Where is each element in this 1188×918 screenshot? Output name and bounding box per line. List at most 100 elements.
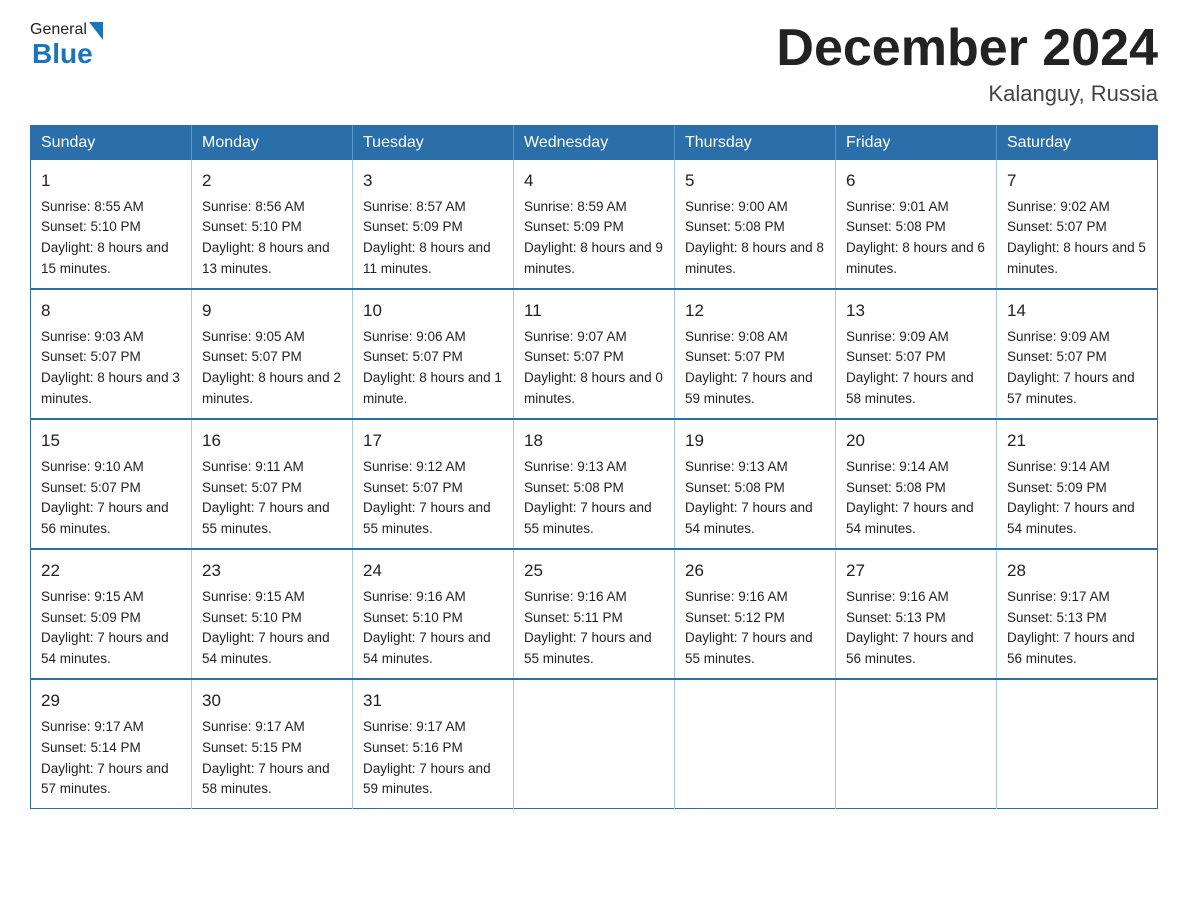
day-number: 25 — [524, 558, 664, 584]
day-of-week-header: Saturday — [997, 126, 1158, 161]
calendar-day-cell — [997, 679, 1158, 809]
day-number: 27 — [846, 558, 986, 584]
day-number: 24 — [363, 558, 503, 584]
day-number: 6 — [846, 168, 986, 194]
calendar-day-cell: 31 Sunrise: 9:17 AMSunset: 5:16 PMDayligh… — [353, 679, 514, 809]
day-number: 19 — [685, 428, 825, 454]
day-number: 10 — [363, 298, 503, 324]
day-number: 12 — [685, 298, 825, 324]
day-number: 2 — [202, 168, 342, 194]
calendar-day-cell: 2 Sunrise: 8:56 AMSunset: 5:10 PMDaylight… — [192, 160, 353, 289]
calendar-header: SundayMondayTuesdayWednesdayThursdayFrid… — [31, 126, 1158, 161]
day-number: 23 — [202, 558, 342, 584]
calendar-day-cell: 22 Sunrise: 9:15 AMSunset: 5:09 PMDayligh… — [31, 549, 192, 679]
calendar-day-cell: 6 Sunrise: 9:01 AMSunset: 5:08 PMDaylight… — [836, 160, 997, 289]
calendar-day-cell: 12 Sunrise: 9:08 AMSunset: 5:07 PMDayligh… — [675, 289, 836, 419]
calendar-day-cell: 29 Sunrise: 9:17 AMSunset: 5:14 PMDayligh… — [31, 679, 192, 809]
day-of-week-header: Sunday — [31, 126, 192, 161]
day-info: Sunrise: 9:16 AMSunset: 5:11 PMDaylight:… — [524, 589, 652, 667]
calendar-day-cell: 7 Sunrise: 9:02 AMSunset: 5:07 PMDaylight… — [997, 160, 1158, 289]
calendar-week-row: 22 Sunrise: 9:15 AMSunset: 5:09 PMDayligh… — [31, 549, 1158, 679]
day-number: 30 — [202, 688, 342, 714]
day-number: 11 — [524, 298, 664, 324]
day-of-week-header: Friday — [836, 126, 997, 161]
calendar-day-cell: 27Sunrise: 9:16 AMSunset: 5:13 PMDayligh… — [836, 549, 997, 679]
day-info: Sunrise: 9:16 AMSunset: 5:12 PMDaylight:… — [685, 589, 813, 667]
month-title: December 2024 — [776, 20, 1158, 77]
day-header-row: SundayMondayTuesdayWednesdayThursdayFrid… — [31, 126, 1158, 161]
calendar-day-cell: 24Sunrise: 9:16 AMSunset: 5:10 PMDayligh… — [353, 549, 514, 679]
day-number: 16 — [202, 428, 342, 454]
calendar-day-cell: 9Sunrise: 9:05 AMSunset: 5:07 PMDaylight… — [192, 289, 353, 419]
day-number: 20 — [846, 428, 986, 454]
day-number: 29 — [41, 688, 181, 714]
day-number: 22 — [41, 558, 181, 584]
logo-blue-text: Blue — [32, 38, 93, 70]
day-info: Sunrise: 9:03 AMSunset: 5:07 PMDaylight:… — [41, 329, 180, 407]
calendar-week-row: 15Sunrise: 9:10 AMSunset: 5:07 PMDayligh… — [31, 419, 1158, 549]
day-info: Sunrise: 9:13 AMSunset: 5:08 PMDaylight:… — [524, 459, 652, 537]
calendar-day-cell: 28Sunrise: 9:17 AMSunset: 5:13 PMDayligh… — [997, 549, 1158, 679]
calendar-day-cell: 5 Sunrise: 9:00 AMSunset: 5:08 PMDaylight… — [675, 160, 836, 289]
location: Kalanguy, Russia — [776, 81, 1158, 107]
day-number: 13 — [846, 298, 986, 324]
calendar-week-row: 1Sunrise: 8:55 AMSunset: 5:10 PMDaylight… — [31, 160, 1158, 289]
day-info: Sunrise: 8:56 AMSunset: 5:10 PMDaylight:… — [202, 199, 330, 277]
day-number: 7 — [1007, 168, 1147, 194]
day-of-week-header: Wednesday — [514, 126, 675, 161]
logo-general-text: General — [30, 21, 87, 39]
day-info: Sunrise: 9:09 AMSunset: 5:07 PMDaylight:… — [846, 329, 974, 407]
calendar-day-cell: 30 Sunrise: 9:17 AMSunset: 5:15 PMDayligh… — [192, 679, 353, 809]
day-number: 14 — [1007, 298, 1147, 324]
calendar-table: SundayMondayTuesdayWednesdayThursdayFrid… — [30, 125, 1158, 809]
calendar-day-cell: 3Sunrise: 8:57 AMSunset: 5:09 PMDaylight… — [353, 160, 514, 289]
title-area: December 2024 Kalanguy, Russia — [776, 20, 1158, 107]
calendar-day-cell: 4Sunrise: 8:59 AMSunset: 5:09 PMDaylight… — [514, 160, 675, 289]
day-info: Sunrise: 9:00 AMSunset: 5:08 PMDaylight:… — [685, 199, 824, 277]
calendar-day-cell: 25 Sunrise: 9:16 AMSunset: 5:11 PMDayligh… — [514, 549, 675, 679]
calendar-day-cell: 15Sunrise: 9:10 AMSunset: 5:07 PMDayligh… — [31, 419, 192, 549]
day-info: Sunrise: 9:09 AMSunset: 5:07 PMDaylight:… — [1007, 329, 1135, 407]
calendar-day-cell: 19 Sunrise: 9:13 AMSunset: 5:08 PMDayligh… — [675, 419, 836, 549]
calendar-day-cell: 14 Sunrise: 9:09 AMSunset: 5:07 PMDayligh… — [997, 289, 1158, 419]
day-info: Sunrise: 9:17 AMSunset: 5:14 PMDaylight:… — [41, 719, 169, 797]
calendar-day-cell: 21Sunrise: 9:14 AMSunset: 5:09 PMDayligh… — [997, 419, 1158, 549]
calendar-day-cell: 23Sunrise: 9:15 AMSunset: 5:10 PMDayligh… — [192, 549, 353, 679]
logo: General Blue — [30, 20, 103, 70]
day-number: 21 — [1007, 428, 1147, 454]
day-info: Sunrise: 9:01 AMSunset: 5:08 PMDaylight:… — [846, 199, 985, 277]
day-number: 31 — [363, 688, 503, 714]
day-info: Sunrise: 9:07 AMSunset: 5:07 PMDaylight:… — [524, 329, 663, 407]
calendar-week-row: 29 Sunrise: 9:17 AMSunset: 5:14 PMDayligh… — [31, 679, 1158, 809]
day-info: Sunrise: 9:02 AMSunset: 5:07 PMDaylight:… — [1007, 199, 1146, 277]
day-info: Sunrise: 9:15 AMSunset: 5:09 PMDaylight:… — [41, 589, 169, 667]
day-info: Sunrise: 9:14 AMSunset: 5:08 PMDaylight:… — [846, 459, 974, 537]
day-of-week-header: Monday — [192, 126, 353, 161]
calendar-day-cell — [514, 679, 675, 809]
day-info: Sunrise: 9:13 AMSunset: 5:08 PMDaylight:… — [685, 459, 813, 537]
calendar-day-cell: 17Sunrise: 9:12 AMSunset: 5:07 PMDayligh… — [353, 419, 514, 549]
calendar-day-cell: 13 Sunrise: 9:09 AMSunset: 5:07 PMDayligh… — [836, 289, 997, 419]
page-header: General Blue December 2024 Kalanguy, Rus… — [30, 20, 1158, 107]
day-info: Sunrise: 9:17 AMSunset: 5:15 PMDaylight:… — [202, 719, 330, 797]
calendar-day-cell: 20 Sunrise: 9:14 AMSunset: 5:08 PMDayligh… — [836, 419, 997, 549]
day-info: Sunrise: 9:17 AMSunset: 5:13 PMDaylight:… — [1007, 589, 1135, 667]
day-number: 1 — [41, 168, 181, 194]
day-of-week-header: Thursday — [675, 126, 836, 161]
day-number: 4 — [524, 168, 664, 194]
day-info: Sunrise: 9:11 AMSunset: 5:07 PMDaylight:… — [202, 459, 330, 537]
calendar-day-cell: 11 Sunrise: 9:07 AMSunset: 5:07 PMDayligh… — [514, 289, 675, 419]
calendar-day-cell: 1Sunrise: 8:55 AMSunset: 5:10 PMDaylight… — [31, 160, 192, 289]
day-number: 17 — [363, 428, 503, 454]
calendar-day-cell: 10Sunrise: 9:06 AMSunset: 5:07 PMDayligh… — [353, 289, 514, 419]
day-number: 3 — [363, 168, 503, 194]
day-number: 5 — [685, 168, 825, 194]
calendar-week-row: 8Sunrise: 9:03 AMSunset: 5:07 PMDaylight… — [31, 289, 1158, 419]
day-of-week-header: Tuesday — [353, 126, 514, 161]
day-info: Sunrise: 9:10 AMSunset: 5:07 PMDaylight:… — [41, 459, 169, 537]
day-info: Sunrise: 9:08 AMSunset: 5:07 PMDaylight:… — [685, 329, 813, 407]
calendar-body: 1Sunrise: 8:55 AMSunset: 5:10 PMDaylight… — [31, 160, 1158, 809]
day-number: 18 — [524, 428, 664, 454]
day-info: Sunrise: 9:17 AMSunset: 5:16 PMDaylight:… — [363, 719, 491, 797]
calendar-day-cell: 26Sunrise: 9:16 AMSunset: 5:12 PMDayligh… — [675, 549, 836, 679]
